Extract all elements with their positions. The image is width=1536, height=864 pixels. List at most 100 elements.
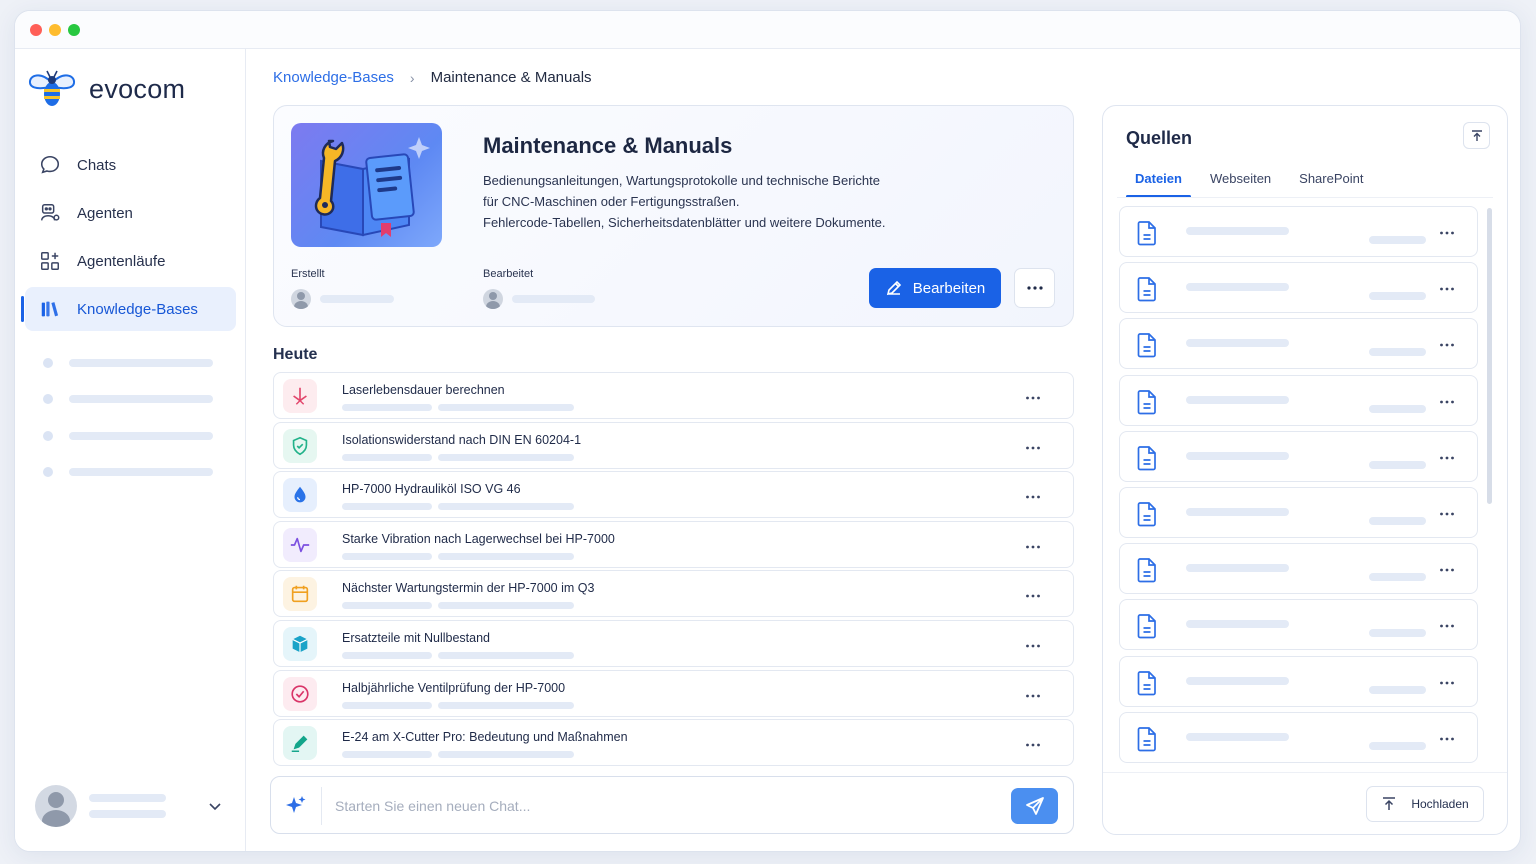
document-icon — [1137, 502, 1156, 527]
description-line: Fehlercode-Tabellen, Sicherheitsdatenblä… — [483, 215, 886, 230]
file-more-button[interactable] — [1439, 616, 1455, 634]
sidebar-placeholder-item — [43, 467, 213, 477]
user-menu[interactable] — [35, 785, 225, 827]
more-horizontal-icon — [1026, 396, 1040, 400]
calendar-icon — [291, 586, 309, 603]
file-more-button[interactable] — [1439, 279, 1455, 297]
chat-list-item[interactable]: E-24 am X-Cutter Pro: Bedeutung und Maßn… — [273, 719, 1074, 767]
books-icon — [41, 301, 59, 317]
send-button[interactable] — [1011, 788, 1058, 824]
chat-list-item[interactable]: HP-7000 Hydrauliköl ISO VG 46 — [273, 471, 1074, 519]
chat-item-icon-wrap — [283, 676, 317, 711]
file-more-button[interactable] — [1439, 729, 1455, 747]
chat-item-title: E-24 am X-Cutter Pro: Bedeutung und Maßn… — [342, 730, 628, 745]
chat-item-more-button[interactable] — [1025, 586, 1041, 604]
upload-icon — [1383, 797, 1396, 810]
check-circle-icon — [291, 684, 309, 703]
manual-wrench-icon — [314, 137, 430, 237]
maximize-window-button[interactable] — [68, 24, 80, 36]
chat-item-more-button[interactable] — [1025, 735, 1041, 753]
pen-icon — [291, 735, 308, 753]
knowledge-base-illustration — [291, 123, 442, 247]
new-chat-input[interactable] — [335, 793, 995, 819]
file-list-item[interactable] — [1119, 262, 1478, 314]
chat-item-title: Laserlebensdauer berechnen — [342, 383, 505, 397]
upload-button[interactable]: Hochladen — [1366, 786, 1484, 822]
chat-list-item[interactable]: Isolationswiderstand nach DIN EN 60204-1 — [273, 421, 1074, 469]
edited-by — [483, 289, 595, 309]
chat-list-item[interactable]: Starke Vibration nach Lagerwechsel bei H… — [273, 520, 1074, 568]
breadcrumb: Knowledge-Bases › Maintenance & Manuals — [273, 69, 592, 86]
file-list-item[interactable] — [1119, 711, 1478, 763]
file-list-item[interactable] — [1119, 543, 1478, 595]
brand-logo[interactable]: evocom — [27, 69, 185, 109]
chat-item-more-button[interactable] — [1025, 686, 1041, 704]
chat-item-icon-wrap — [283, 577, 317, 612]
file-list-item[interactable] — [1119, 655, 1478, 707]
more-horizontal-icon — [1440, 400, 1454, 403]
file-more-button[interactable] — [1439, 223, 1455, 241]
more-horizontal-icon — [1440, 737, 1454, 741]
file-list-item[interactable] — [1119, 430, 1478, 482]
more-horizontal-icon — [1026, 495, 1040, 499]
chat-item-more-button[interactable] — [1025, 487, 1041, 505]
more-horizontal-icon — [1440, 456, 1454, 460]
file-name-placeholder — [1186, 283, 1289, 292]
sidebar-item-label: Agenten — [77, 204, 133, 222]
chat-list-item[interactable]: Nächster Wartungstermin der HP-7000 im Q… — [273, 570, 1074, 618]
pulse-icon — [290, 537, 310, 553]
scroll-to-top-button[interactable] — [1463, 122, 1490, 149]
chat-item-icon-wrap — [283, 527, 317, 562]
more-horizontal-icon — [1440, 231, 1454, 235]
chat-item-placeholder — [438, 503, 574, 511]
file-more-button[interactable] — [1439, 560, 1455, 578]
more-options-button[interactable] — [1014, 268, 1055, 308]
close-window-button[interactable] — [30, 24, 42, 36]
file-more-button[interactable] — [1439, 448, 1455, 466]
tab-webseiten[interactable]: Webseiten — [1201, 170, 1280, 198]
chat-item-more-button[interactable] — [1025, 636, 1041, 654]
chat-list-item[interactable]: Ersatzteile mit Nullbestand — [273, 619, 1074, 667]
file-more-button[interactable] — [1439, 673, 1455, 691]
file-list-scrollbar[interactable] — [1487, 208, 1492, 504]
send-icon — [1025, 797, 1044, 815]
file-list-item[interactable] — [1119, 206, 1478, 257]
chat-item-placeholder — [342, 404, 432, 411]
file-list-item[interactable] — [1119, 486, 1478, 538]
file-name-placeholder — [1186, 451, 1289, 460]
file-name-placeholder — [1186, 732, 1289, 741]
file-meta-placeholder — [1369, 236, 1426, 244]
file-more-button[interactable] — [1439, 335, 1455, 353]
sparkle-icon — [286, 796, 306, 813]
file-meta-placeholder — [1369, 629, 1426, 638]
chat-item-more-button[interactable] — [1025, 388, 1041, 406]
file-more-button[interactable] — [1439, 392, 1455, 410]
chat-item-placeholder — [342, 602, 432, 610]
tab-sharepoint[interactable]: SharePoint — [1290, 170, 1372, 198]
chat-item-more-button[interactable] — [1025, 537, 1041, 555]
breadcrumb-link-knowledge-bases[interactable]: Knowledge-Bases — [273, 69, 394, 86]
chat-item-placeholder — [438, 453, 574, 461]
edit-button[interactable]: Bearbeiten — [869, 268, 1001, 308]
document-icon — [1137, 726, 1156, 752]
chat-item-placeholder — [438, 651, 574, 659]
tab-dateien[interactable]: Dateien — [1126, 170, 1191, 198]
chat-item-title: HP-7000 Hydrauliköl ISO VG 46 — [342, 482, 521, 497]
chat-item-more-button[interactable] — [1025, 438, 1041, 456]
brand-name: evocom — [89, 73, 186, 104]
more-horizontal-icon — [1026, 286, 1043, 290]
sidebar-item-agentenlaeufe[interactable]: Agentenläufe — [25, 239, 236, 283]
file-name-placeholder — [1186, 339, 1289, 348]
chat-list-item[interactable]: Halbjährliche Ventilprüfung der HP-7000 — [273, 669, 1074, 717]
file-more-button[interactable] — [1439, 504, 1455, 522]
chat-list-item[interactable]: Laserlebensdauer berechnen — [273, 372, 1074, 419]
file-name-placeholder — [1186, 564, 1289, 573]
file-list-item[interactable] — [1119, 599, 1478, 651]
file-list-item[interactable] — [1119, 318, 1478, 370]
sidebar-item-knowledge-bases[interactable]: Knowledge-Bases — [21, 287, 236, 331]
sidebar-item-chats[interactable]: Chats — [25, 143, 236, 187]
file-list-item[interactable] — [1119, 374, 1478, 426]
sidebar-item-agenten[interactable]: Agenten — [25, 191, 236, 235]
box-icon — [292, 635, 308, 653]
minimize-window-button[interactable] — [49, 24, 61, 36]
